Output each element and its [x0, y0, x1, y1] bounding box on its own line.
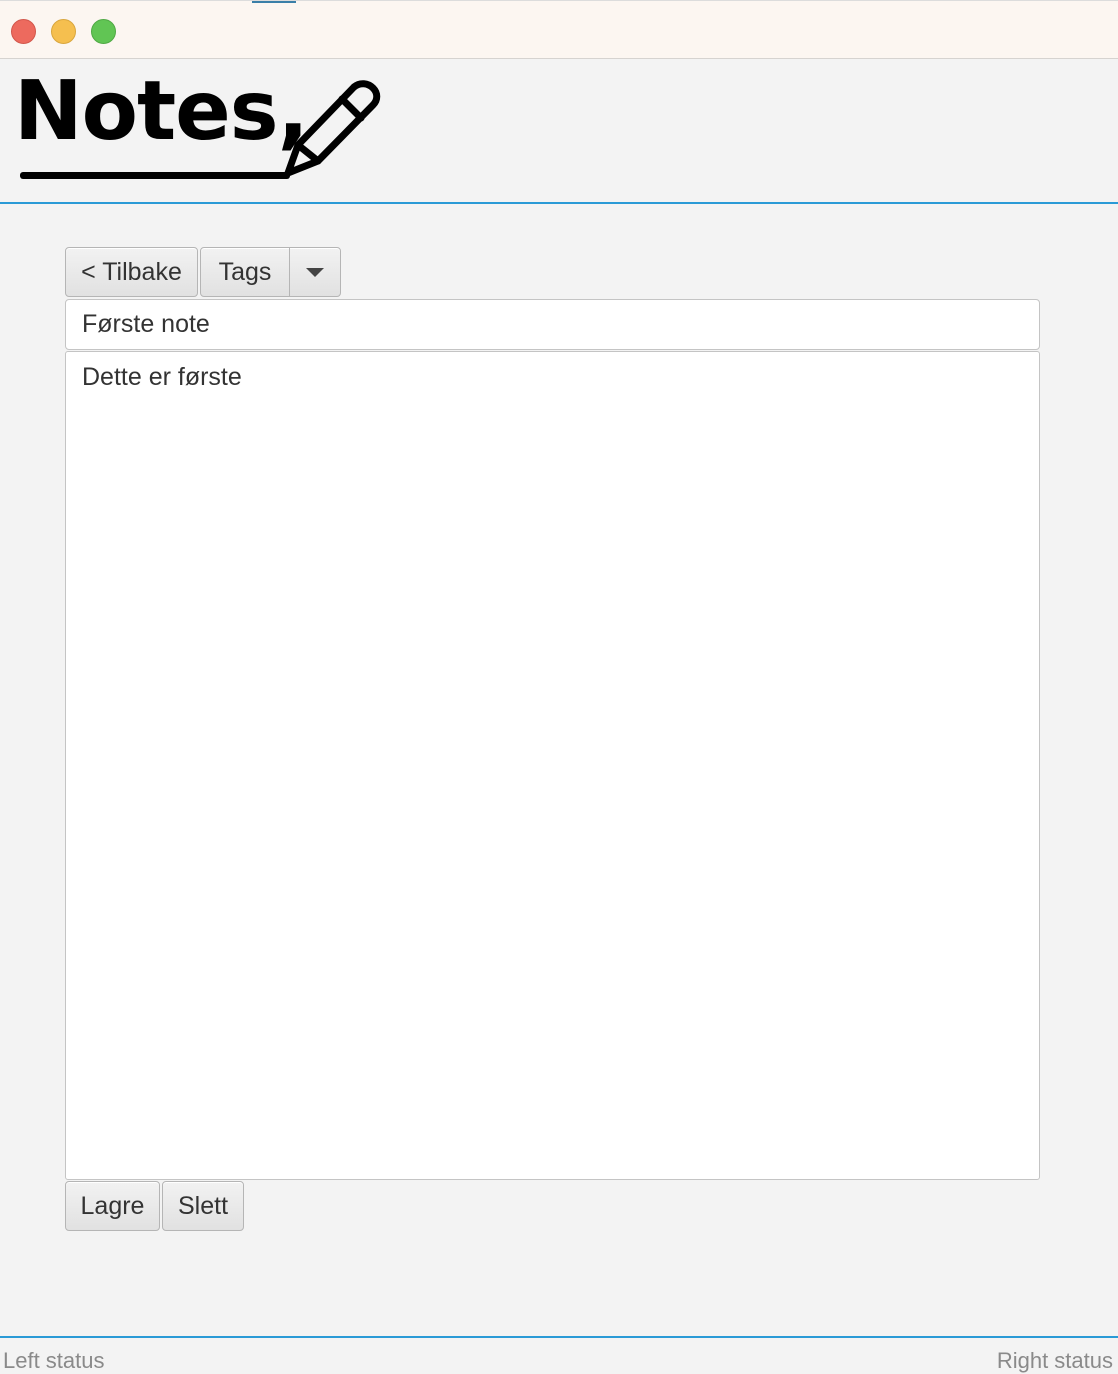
tags-dropdown-button[interactable] — [290, 248, 340, 296]
logo-text: Notes, — [14, 64, 309, 159]
tags-split-button[interactable]: Tags — [200, 247, 341, 297]
note-title-input[interactable]: Første note — [65, 299, 1040, 350]
title-bar — [0, 0, 1118, 59]
minimize-window-button[interactable] — [51, 19, 76, 44]
title-bar-accent — [252, 1, 296, 3]
app-window: Notes, < Tilbake Tags Første note Dette … — [0, 0, 1118, 1374]
close-window-button[interactable] — [11, 19, 36, 44]
pencil-icon — [284, 80, 381, 177]
note-body-textarea[interactable]: Dette er første — [65, 351, 1040, 1180]
delete-button[interactable]: Slett — [162, 1181, 244, 1231]
status-bar: Left status Right status — [0, 1336, 1118, 1374]
tags-button[interactable]: Tags — [201, 248, 290, 296]
right-status: Right status — [996, 1348, 1113, 1373]
logo-underline — [20, 172, 290, 179]
app-header: Notes, — [0, 59, 1118, 204]
save-button[interactable]: Lagre — [65, 1181, 160, 1231]
zoom-window-button[interactable] — [91, 19, 116, 44]
back-button[interactable]: < Tilbake — [65, 247, 198, 297]
chevron-down-icon — [306, 267, 324, 277]
left-status: Left status — [3, 1348, 105, 1373]
